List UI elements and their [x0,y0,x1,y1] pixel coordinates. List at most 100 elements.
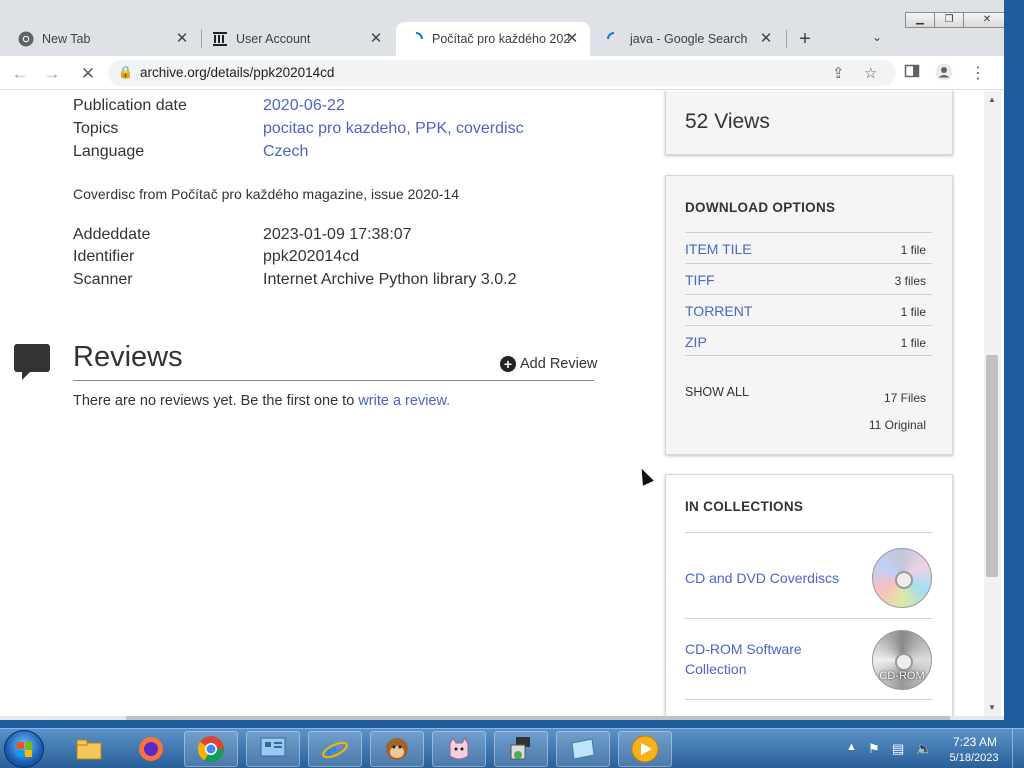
media-player-icon[interactable] [618,731,672,767]
divider [685,618,932,619]
windows-taskbar: e ▲ ⚑ ▤ 🔈 7:23 AM 5/18/2023 [0,728,1024,768]
clock-time[interactable]: 7:23 AM [950,735,1000,749]
download-options-box: DOWNLOAD OPTIONS ITEM TILE 1 file TIFF 3… [665,175,953,455]
explorer-icon[interactable] [62,731,116,767]
download-option-row[interactable]: TIFF 3 files [685,263,932,294]
stop-loading-icon[interactable]: ✕ [78,64,98,84]
tab-title: java - Google Search [630,32,748,46]
chrome-icon[interactable] [184,731,238,767]
scroll-up-arrow-icon[interactable]: ▲ [988,95,996,104]
scrollbar-thumb[interactable] [986,355,998,577]
total-files-count: 17 Files [883,391,926,405]
scroll-down-arrow-icon[interactable]: ▼ [988,703,996,712]
download-option-row[interactable]: ITEM TILE 1 file [685,232,932,263]
topics-label: Topics [73,120,119,137]
archive-icon [212,31,228,47]
horizontal-scrollbar-thumb[interactable] [126,716,950,720]
language-link[interactable]: Czech [263,143,308,161]
forward-arrow-icon[interactable]: → [42,64,62,84]
close-icon[interactable]: ✕ [758,31,774,47]
notepad-icon[interactable] [556,731,610,767]
profile-avatar-icon[interactable] [934,63,954,86]
start-button[interactable] [4,730,44,768]
minimize-button[interactable]: ▁ [905,12,935,28]
lock-icon[interactable]: 🔒 [118,65,133,79]
volume-muted-icon[interactable]: 🔈 [916,741,932,757]
download-option-label[interactable]: ITEM TILE [685,241,752,257]
show-all-link[interactable]: SHOW ALL [685,385,749,399]
download-option-label[interactable]: TORRENT [685,303,752,319]
tab-search-button[interactable]: ⌄ [872,30,882,44]
tab-new-tab[interactable]: New Tab ✕ [0,22,200,56]
cat-icon[interactable] [432,731,486,767]
identifier-value: ppk202014cd [263,248,360,265]
no-reviews-text: There are no reviews yet. Be the first o… [73,393,450,409]
divider [685,532,932,533]
clock-date[interactable]: 5/18/2023 [944,752,1004,764]
speech-bubble-icon [14,344,50,380]
window-controls: ▁ ❐ ✕ [905,12,1004,28]
firefox-icon[interactable] [124,731,178,767]
installer-icon[interactable] [494,731,548,767]
divider [685,699,932,700]
url-text[interactable]: archive.org/details/ppk202014cd [140,65,334,80]
collection-link[interactable]: CD and DVD Coverdiscs [685,568,845,588]
collection-link[interactable]: CD-ROM Software Collection [685,639,845,679]
close-icon[interactable]: ✕ [564,31,580,47]
write-review-link[interactable]: write a review. [358,393,450,409]
chrome-icon [18,31,34,47]
close-icon[interactable]: ✕ [174,31,190,47]
download-option-row[interactable]: ZIP 1 file [685,325,932,356]
identifier-label: Identifier [73,248,135,265]
new-tab-button[interactable]: + [794,28,816,51]
no-reviews-message: There are no reviews yet. Be the first o… [73,393,359,409]
control-panel-icon[interactable] [246,731,300,767]
download-option-label[interactable]: ZIP [685,334,707,350]
tab-user-account[interactable]: User Account ✕ [202,22,394,56]
side-panel-icon[interactable] [902,63,922,84]
download-option-row[interactable]: TORRENT 1 file [685,294,932,325]
action-center-flag-icon[interactable]: ⚑ [868,741,880,757]
publication-date-link[interactable]: 2020-06-22 [263,97,345,115]
topics-links[interactable]: pocitac pro kazdeho, PPK, coverdisc [263,120,524,138]
tab-pocitac[interactable]: Počítač pro každého 202 ✕ [396,22,590,56]
windows-logo-icon [17,742,33,758]
tab-strip: New Tab ✕ User Account ✕ Počítač pro kaž… [0,0,1004,56]
add-review-button[interactable]: + Add Review [500,356,597,372]
add-review-label: Add Review [520,356,598,372]
language-label: Language [73,143,145,160]
show-hidden-icons-icon[interactable]: ▲ [846,741,857,753]
addeddate-value: 2023-01-09 17:38:07 [263,226,412,243]
close-icon[interactable]: ✕ [368,31,384,47]
browser-toolbar: ← → ✕ 🔒 archive.org/details/ppk202014cd … [0,56,1004,90]
window-close-button[interactable]: ✕ [963,12,1004,28]
bookmark-star-icon[interactable]: ☆ [864,64,877,82]
mouse-pointer-icon [636,466,654,486]
download-option-count: 1 file [900,305,926,319]
share-icon[interactable]: ⇪ [832,64,845,82]
addeddate-label: Addeddate [73,226,151,243]
collections-box: IN COLLECTIONS CD and DVD Coverdiscs CD-… [665,474,953,716]
monkey-icon[interactable] [370,731,424,767]
address-bar[interactable]: 🔒 archive.org/details/ppk202014cd ⇪ ☆ [108,60,896,86]
internet-explorer-icon[interactable]: e [308,731,362,767]
download-option-count: 1 file [900,336,926,350]
back-arrow-icon[interactable]: ← [10,64,30,84]
menu-kebab-icon[interactable]: ⋮ [968,63,988,83]
page-content: Publication date 2020-06-22 Topics pocit… [0,91,984,716]
views-box: 52 Views [665,91,953,155]
tab-java-search[interactable]: java - Google Search ✕ [592,22,784,56]
download-option-label[interactable]: TIFF [685,272,715,288]
publication-date-label: Publication date [73,97,187,114]
loading-spinner-icon [408,31,424,47]
cd-rom-caption: CD-ROM [879,670,925,682]
tab-title: User Account [236,32,311,46]
tab-title: New Tab [42,32,91,46]
cd-disc-icon[interactable] [872,548,932,608]
browser-window: New Tab ✕ User Account ✕ Počítač pro kaž… [0,0,1004,720]
show-desktop-button[interactable] [1012,729,1024,768]
vertical-scrollbar[interactable]: ▲ ▼ [984,91,1001,716]
maximize-button[interactable]: ❐ [934,12,964,28]
network-icon[interactable]: ▤ [892,741,904,757]
scanner-value: Internet Archive Python library 3.0.2 [263,271,517,288]
